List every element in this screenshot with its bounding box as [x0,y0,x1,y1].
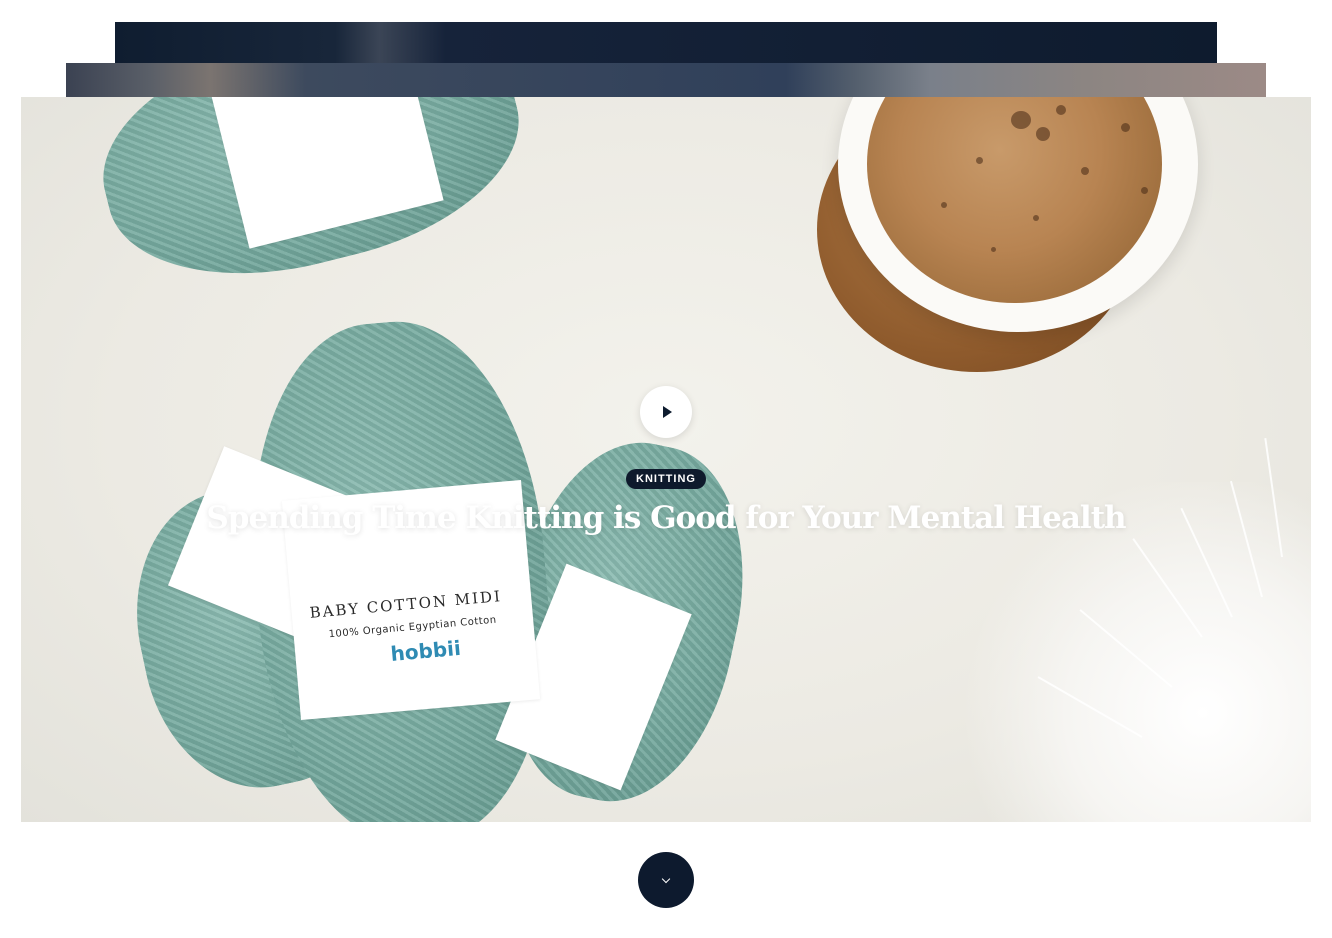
play-video-button[interactable] [640,386,692,438]
slide-preview-middle[interactable] [66,63,1266,97]
hero-title[interactable]: Spending Time Knitting is Good for Your … [21,500,1311,536]
coffee-bubble [1056,105,1066,115]
coffee-bubble [1141,187,1148,194]
yarn-label-sub-line: 100% Organic Egyptian Cotton [328,614,498,641]
coffee-bubble [1011,111,1031,129]
scroll-down-button[interactable] [638,852,694,908]
coffee-bubble [991,247,996,252]
page: BABY COTTON MIDI 100% Organic Egyptian C… [0,0,1332,938]
coffee-bubble [1036,127,1050,141]
yarn-label-brand-logo: hobbii [389,635,462,666]
chevron-down-icon [661,874,671,883]
slide-preview-back[interactable] [115,22,1217,63]
category-badge[interactable]: KNITTING [626,469,706,489]
coffee-bubble [1121,123,1130,132]
coffee-bubble [1081,167,1089,175]
coffee-bubble [976,157,983,164]
play-icon [663,406,672,418]
hero-slide: BABY COTTON MIDI 100% Organic Egyptian C… [21,97,1311,822]
coffee-bubble [1033,215,1039,221]
coffee-bubble [941,202,947,208]
